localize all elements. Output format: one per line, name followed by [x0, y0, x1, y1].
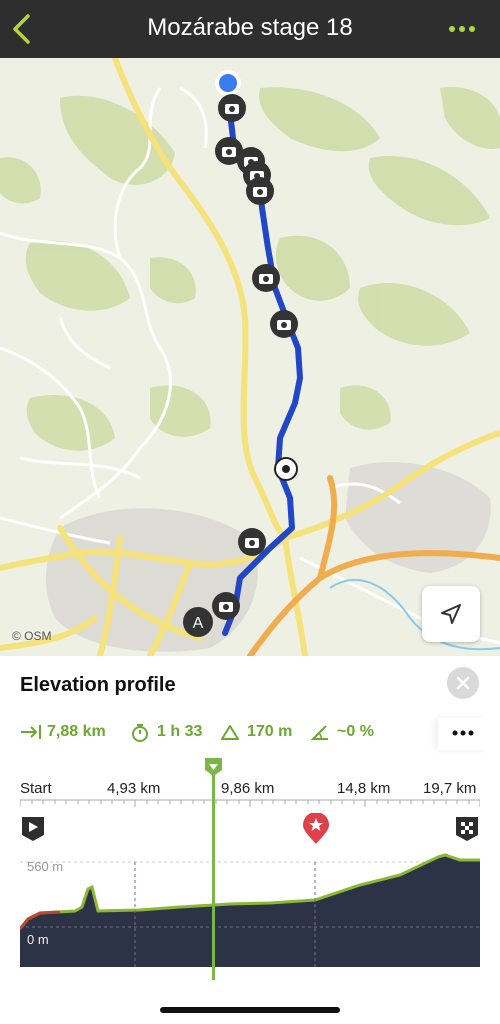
- camera-icon[interactable]: [212, 592, 240, 620]
- elevation-profile-chart[interactable]: [20, 849, 480, 967]
- camera-icon[interactable]: [252, 264, 280, 292]
- stopwatch-icon: [132, 724, 148, 742]
- slope-angle-icon: [310, 725, 328, 740]
- slope-value: ~0 %: [337, 723, 374, 740]
- close-icon: [456, 676, 470, 690]
- map-canvas: A: [0, 58, 500, 656]
- elevation-panel: Elevation profile 7,88 km 1 h 33 170 m ~…: [0, 656, 500, 1024]
- axis-tick-label: 9,86 km: [221, 780, 275, 797]
- vegetation-areas: [0, 87, 500, 451]
- close-button[interactable]: [447, 667, 479, 699]
- locate-me-button[interactable]: [422, 586, 480, 642]
- cursor-handle-icon[interactable]: [203, 756, 224, 778]
- navigation-arrow-icon: [441, 604, 461, 624]
- top-bar: Mozárabe stage 18: [0, 0, 500, 58]
- axis-tick-label: 19,7 km: [423, 780, 477, 797]
- current-location-dot: [219, 74, 237, 92]
- ascent-triangle-icon: [221, 725, 239, 740]
- axis-tick-label: 14,8 km: [337, 780, 391, 797]
- star-pin-icon[interactable]: [302, 813, 330, 845]
- distance-arrow-icon: [21, 725, 41, 739]
- start-marker-label: A: [193, 615, 204, 632]
- panel-title: Elevation profile: [20, 674, 176, 696]
- back-chevron-icon[interactable]: [10, 12, 34, 46]
- checkered-flag-icon[interactable]: [454, 815, 480, 843]
- more-dots-icon: [452, 730, 474, 736]
- more-options-icon[interactable]: [448, 25, 476, 33]
- waypoint-icon[interactable]: [274, 457, 298, 481]
- distance-ruler: [20, 799, 480, 807]
- page-title: Mozárabe stage 18: [147, 14, 353, 41]
- map-attribution[interactable]: © OSM: [12, 629, 52, 643]
- position-cursor-line[interactable]: [212, 768, 215, 980]
- play-flag-icon[interactable]: [20, 815, 46, 843]
- stats-more-button[interactable]: [438, 718, 488, 750]
- axis-tick-label: Start: [20, 780, 52, 797]
- elevation-low-label: 0 m: [27, 932, 49, 947]
- route-map[interactable]: A © OSM: [0, 58, 500, 656]
- camera-icon[interactable]: [238, 528, 266, 556]
- elevation-area: [20, 855, 480, 967]
- ascent-value: 170 m: [247, 723, 293, 740]
- camera-icon[interactable]: [270, 310, 298, 338]
- axis-tick-label: 4,93 km: [107, 780, 161, 797]
- distance-value: 7,88 km: [47, 723, 106, 740]
- camera-icon[interactable]: [246, 177, 274, 205]
- duration-value: 1 h 33: [157, 723, 203, 740]
- home-indicator: [160, 1007, 340, 1013]
- elevation-high-label: 560 m: [27, 859, 64, 874]
- camera-icon[interactable]: [218, 94, 246, 122]
